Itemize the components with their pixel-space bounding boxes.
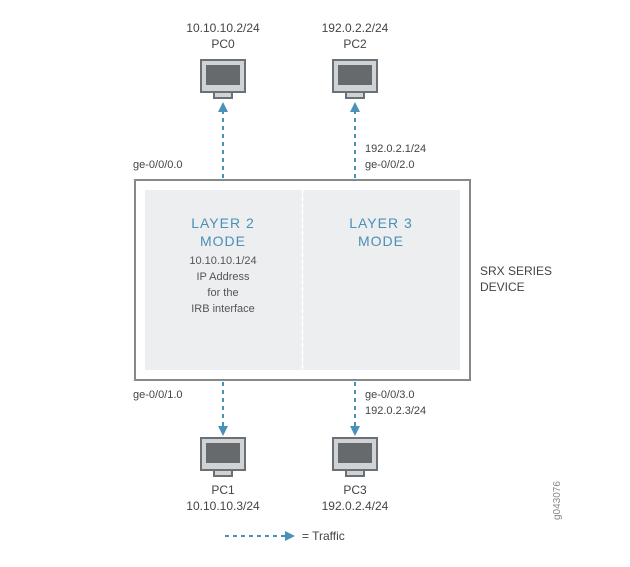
figure-id: g043076	[552, 481, 563, 520]
pc1-monitor-icon	[201, 438, 245, 476]
arrowhead-icon	[350, 102, 360, 112]
iface-top-left: ge-0/0/0.0	[133, 159, 183, 171]
arrowhead-icon	[350, 426, 360, 436]
layer2-desc-3: IRB interface	[191, 303, 255, 315]
iface-bot-right-ip: 192.0.2.3/24	[365, 405, 426, 417]
pc3-ip: 192.0.2.4/24	[322, 499, 389, 513]
layer2-title-2: MODE	[200, 233, 246, 249]
pc0-ip: 10.10.10.2/24	[186, 21, 260, 35]
pc2-monitor-icon	[333, 60, 377, 98]
network-diagram: LAYER 2 MODE 10.10.10.1/24 IP Address fo…	[0, 0, 630, 567]
layer3-title-1: LAYER 3	[349, 215, 413, 231]
legend-text: = Traffic	[302, 529, 345, 543]
pc2-ip: 192.0.2.2/24	[322, 21, 389, 35]
layer2-desc-1: IP Address	[197, 271, 250, 283]
pc3-monitor-icon	[333, 438, 377, 476]
arrowhead-icon	[218, 102, 228, 112]
layer3-title-2: MODE	[358, 233, 404, 249]
iface-top-right-ip: 192.0.2.1/24	[365, 143, 426, 155]
pc0-monitor-icon	[201, 60, 245, 98]
device-label-2: DEVICE	[480, 280, 525, 294]
pc3-name: PC3	[343, 483, 367, 497]
layer2-title-1: LAYER 2	[191, 215, 255, 231]
arrowhead-icon	[285, 531, 295, 541]
arrowhead-icon	[218, 426, 228, 436]
iface-top-right: ge-0/0/2.0	[365, 159, 415, 171]
iface-bot-right: ge-0/0/3.0	[365, 389, 415, 401]
iface-bot-left: ge-0/0/1.0	[133, 389, 183, 401]
pc1-ip: 10.10.10.3/24	[186, 499, 260, 513]
device-label-1: SRX SERIES	[480, 264, 552, 278]
layer2-ip: 10.10.10.1/24	[189, 255, 256, 267]
pc0-name: PC0	[211, 37, 235, 51]
pc2-name: PC2	[343, 37, 367, 51]
layer2-desc-2: for the	[207, 287, 238, 299]
pc1-name: PC1	[211, 483, 235, 497]
